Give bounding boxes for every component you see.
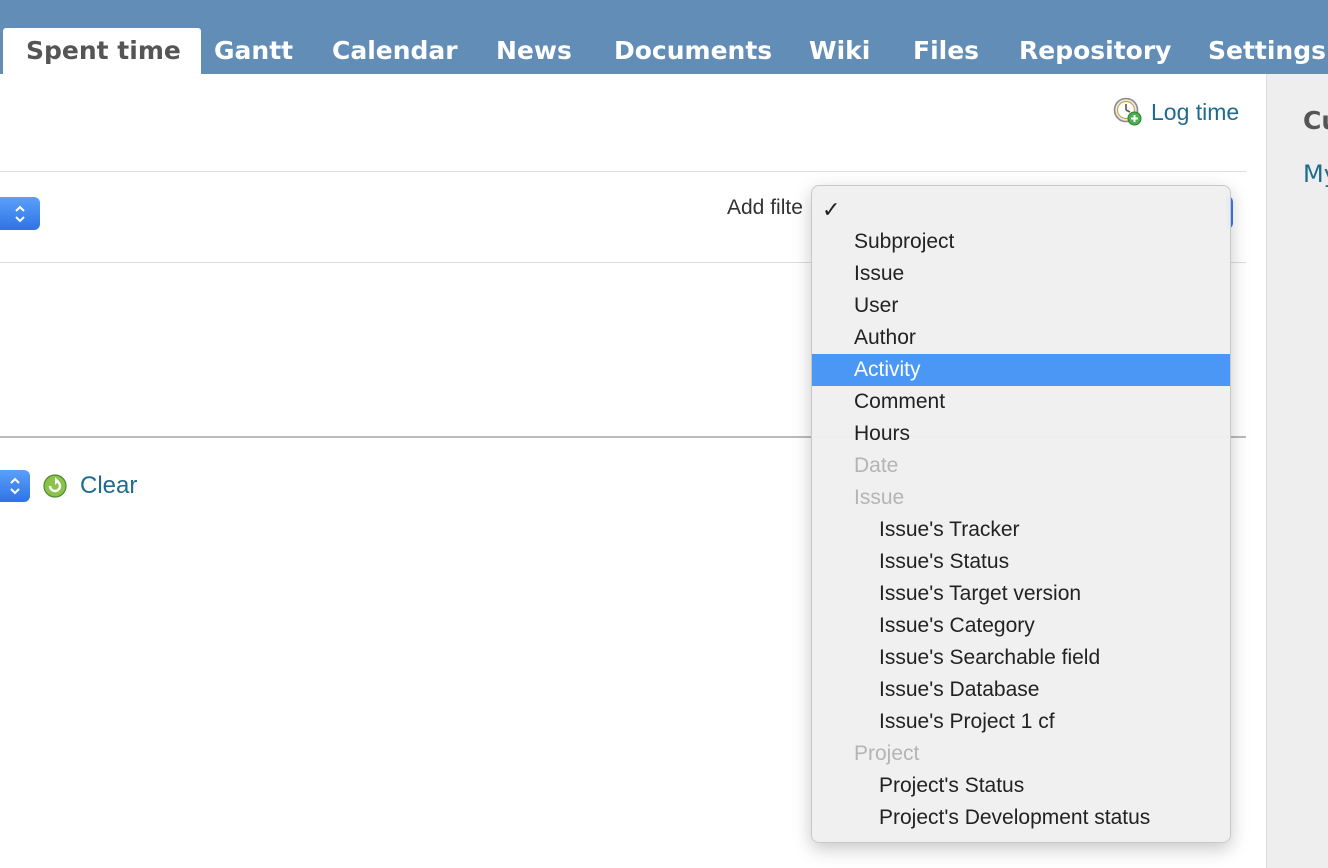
menu-item-project-status[interactable]: Project's Status bbox=[812, 770, 1230, 802]
clear-link[interactable]: Clear bbox=[42, 470, 137, 502]
menu-item-comment[interactable]: Comment bbox=[812, 386, 1230, 418]
log-time-link[interactable]: Log time bbox=[1113, 96, 1239, 128]
menu-group-project: Project bbox=[854, 742, 920, 765]
menu-group-issue: Issue bbox=[854, 486, 905, 509]
tab-repository[interactable]: Repository bbox=[1019, 28, 1171, 74]
menu-item-subproject[interactable]: Subproject bbox=[812, 226, 1230, 258]
clear-label: Clear bbox=[80, 472, 138, 499]
menu-group-date: Date bbox=[854, 454, 899, 477]
menu-item-user[interactable]: User bbox=[812, 290, 1230, 322]
menu-item-blank[interactable]: ✓ bbox=[812, 194, 1230, 226]
menu-item-issue-project-1-cf[interactable]: Issue's Project 1 cf bbox=[812, 706, 1230, 738]
menu-item-hours[interactable]: Hours bbox=[812, 418, 1230, 450]
sidebar-heading: Cu bbox=[1303, 106, 1328, 135]
reload-icon bbox=[43, 474, 67, 498]
menu-item-issue[interactable]: Issue bbox=[812, 258, 1230, 290]
up-down-chevron-icon bbox=[10, 477, 20, 495]
up-down-chevron-icon bbox=[15, 205, 25, 222]
tab-files[interactable]: Files bbox=[913, 28, 979, 74]
tab-documents[interactable]: Documents bbox=[614, 28, 772, 74]
divider bbox=[0, 171, 1246, 172]
clock-add-icon bbox=[1113, 97, 1143, 127]
tab-wiki[interactable]: Wiki bbox=[809, 28, 870, 74]
menu-item-project-development-status[interactable]: Project's Development status bbox=[812, 802, 1230, 834]
add-filter-label: Add filte bbox=[727, 196, 803, 219]
operator-select-stepper[interactable] bbox=[0, 197, 40, 230]
checkmark-icon: ✓ bbox=[822, 197, 841, 222]
menu-item-activity[interactable]: Activity bbox=[812, 354, 1230, 386]
log-time-label: Log time bbox=[1151, 98, 1240, 125]
tab-news[interactable]: News bbox=[496, 28, 572, 74]
sidebar-link[interactable]: My bbox=[1303, 160, 1328, 188]
menu-item-issue-database[interactable]: Issue's Database bbox=[812, 674, 1230, 706]
menu-item-issue-category[interactable]: Issue's Category bbox=[812, 610, 1230, 642]
menu-item-issue-searchable-field[interactable]: Issue's Searchable field bbox=[812, 642, 1230, 674]
tab-spent-time[interactable]: Spent time bbox=[3, 28, 201, 74]
add-filter-dropdown-menu: ✓ Subproject Issue User Author Activity … bbox=[811, 185, 1231, 843]
sidebar: Cu My bbox=[1266, 74, 1328, 868]
main-menu-tabbar: Spent time Gantt Calendar News Documents… bbox=[0, 0, 1328, 74]
tab-gantt[interactable]: Gantt bbox=[214, 28, 293, 74]
menu-item-issue-target-version[interactable]: Issue's Target version bbox=[812, 578, 1230, 610]
menu-item-issue-tracker[interactable]: Issue's Tracker bbox=[812, 514, 1230, 546]
tab-settings[interactable]: Settings bbox=[1208, 28, 1326, 74]
tab-calendar[interactable]: Calendar bbox=[332, 28, 458, 74]
menu-item-issue-status[interactable]: Issue's Status bbox=[812, 546, 1230, 578]
options-select-stepper[interactable] bbox=[0, 470, 30, 502]
menu-item-author[interactable]: Author bbox=[812, 322, 1230, 354]
